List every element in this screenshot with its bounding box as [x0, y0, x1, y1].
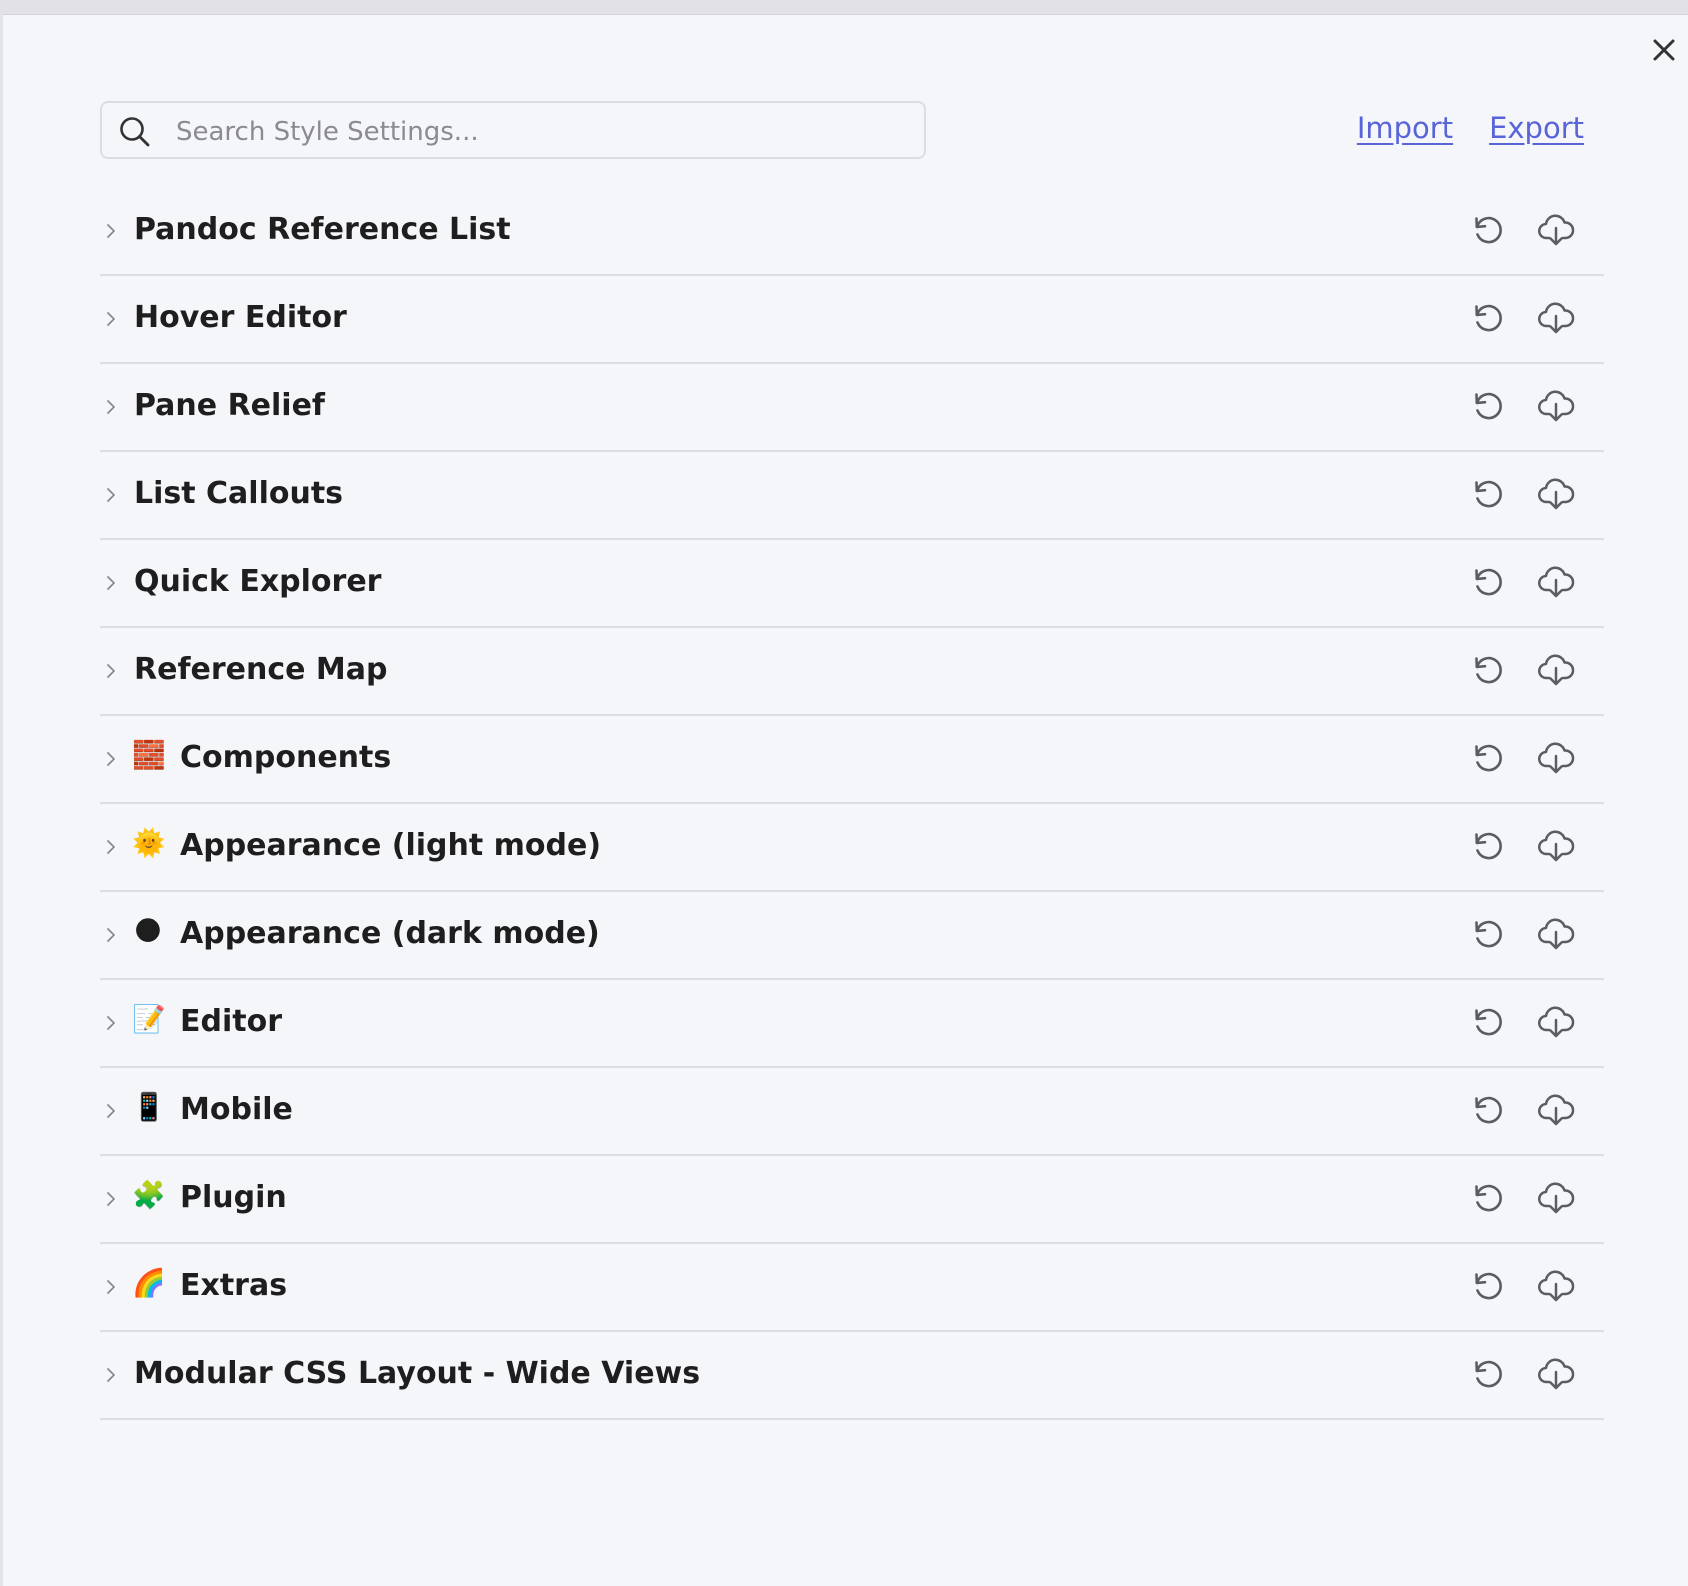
settings-section-row[interactable]: 🌑 Appearance (dark mode): [100, 892, 1604, 980]
section-title[interactable]: Mobile: [180, 1090, 293, 1130]
search-box: [100, 101, 926, 159]
settings-section-row[interactable]: Reference Map: [100, 628, 1604, 716]
cloud-download-icon[interactable]: [1534, 1176, 1578, 1220]
section-title[interactable]: Plugin: [180, 1178, 287, 1218]
cloud-download-icon[interactable]: [1534, 208, 1578, 252]
reset-icon[interactable]: [1466, 648, 1510, 692]
cloud-download-icon[interactable]: [1534, 560, 1578, 604]
section-title[interactable]: Components: [180, 738, 391, 778]
import-export-links: Import Export: [1357, 111, 1584, 145]
reset-icon[interactable]: [1466, 1352, 1510, 1396]
window-top-strip: [0, 0, 1688, 15]
cloud-download-icon[interactable]: [1534, 296, 1578, 340]
chevron-right-icon[interactable]: [102, 750, 120, 768]
section-emoji-icon: 🧩: [132, 1180, 166, 1211]
reset-icon[interactable]: [1466, 1088, 1510, 1132]
reset-icon[interactable]: [1466, 384, 1510, 428]
chevron-right-icon[interactable]: [102, 1278, 120, 1296]
section-title[interactable]: Editor: [180, 1002, 282, 1042]
search-icon: [120, 117, 150, 147]
cloud-download-icon[interactable]: [1534, 472, 1578, 516]
reset-icon[interactable]: [1466, 1264, 1510, 1308]
cloud-download-icon[interactable]: [1534, 1264, 1578, 1308]
section-title[interactable]: Quick Explorer: [134, 562, 381, 602]
reset-icon[interactable]: [1466, 1000, 1510, 1044]
chevron-right-icon[interactable]: [102, 574, 120, 592]
settings-section-row[interactable]: 🧱 Components: [100, 716, 1604, 804]
section-title[interactable]: Extras: [180, 1266, 287, 1306]
section-title[interactable]: Modular CSS Layout - Wide Views: [134, 1354, 700, 1394]
chevron-right-icon[interactable]: [102, 662, 120, 680]
settings-section-row[interactable]: Pandoc Reference List: [100, 188, 1604, 276]
cloud-download-icon[interactable]: [1534, 824, 1578, 868]
close-icon: [1653, 39, 1675, 61]
cloud-download-icon[interactable]: [1534, 912, 1578, 956]
chevron-right-icon[interactable]: [102, 1366, 120, 1384]
settings-section-list: Pandoc Reference List Hover Editor Pane Re…: [100, 188, 1604, 1420]
section-title[interactable]: Reference Map: [134, 650, 388, 690]
export-link[interactable]: Export: [1489, 111, 1584, 145]
reset-icon[interactable]: [1466, 208, 1510, 252]
section-title[interactable]: List Callouts: [134, 474, 343, 514]
settings-section-row[interactable]: 📱 Mobile: [100, 1068, 1604, 1156]
reset-icon[interactable]: [1466, 824, 1510, 868]
settings-section-row[interactable]: List Callouts: [100, 452, 1604, 540]
section-emoji-icon: 📱: [132, 1092, 166, 1123]
settings-section-row[interactable]: Pane Relief: [100, 364, 1604, 452]
chevron-right-icon[interactable]: [102, 486, 120, 504]
reset-icon[interactable]: [1466, 1176, 1510, 1220]
chevron-right-icon[interactable]: [102, 1102, 120, 1120]
reset-icon[interactable]: [1466, 472, 1510, 516]
cloud-download-icon[interactable]: [1534, 648, 1578, 692]
cloud-download-icon[interactable]: [1534, 736, 1578, 780]
cloud-download-icon[interactable]: [1534, 1088, 1578, 1132]
section-title[interactable]: Hover Editor: [134, 298, 347, 338]
reset-icon[interactable]: [1466, 296, 1510, 340]
section-title[interactable]: Appearance (dark mode): [180, 914, 600, 954]
section-emoji-icon: 📝: [132, 1004, 166, 1035]
section-title[interactable]: Appearance (light mode): [180, 826, 601, 866]
chevron-right-icon[interactable]: [102, 838, 120, 856]
section-title[interactable]: Pane Relief: [134, 386, 325, 426]
chevron-right-icon[interactable]: [102, 310, 120, 328]
reset-icon[interactable]: [1466, 736, 1510, 780]
reset-icon[interactable]: [1466, 912, 1510, 956]
chevron-right-icon[interactable]: [102, 1190, 120, 1208]
style-settings-header: Import Export: [100, 101, 1604, 163]
settings-section-row[interactable]: Hover Editor: [100, 276, 1604, 364]
section-title[interactable]: Pandoc Reference List: [134, 210, 511, 250]
import-link[interactable]: Import: [1357, 111, 1453, 145]
section-emoji-icon: 🌞: [132, 828, 166, 859]
settings-section-row[interactable]: 🌞 Appearance (light mode): [100, 804, 1604, 892]
search-input[interactable]: [174, 113, 908, 151]
cloud-download-icon[interactable]: [1534, 1352, 1578, 1396]
settings-section-row[interactable]: 📝 Editor: [100, 980, 1604, 1068]
chevron-right-icon[interactable]: [102, 398, 120, 416]
chevron-right-icon[interactable]: [102, 1014, 120, 1032]
section-emoji-icon: 🌑: [133, 916, 163, 947]
section-emoji-icon: 🧱: [132, 740, 166, 771]
cloud-download-icon[interactable]: [1534, 1000, 1578, 1044]
settings-section-row[interactable]: Quick Explorer: [100, 540, 1604, 628]
settings-section-row[interactable]: Modular CSS Layout - Wide Views: [100, 1332, 1604, 1420]
chevron-right-icon[interactable]: [102, 222, 120, 240]
section-emoji-icon: 🌈: [132, 1268, 166, 1299]
window-left-edge: [0, 14, 3, 1586]
reset-icon[interactable]: [1466, 560, 1510, 604]
cloud-download-icon[interactable]: [1534, 384, 1578, 428]
settings-section-row[interactable]: 🌈 Extras: [100, 1244, 1604, 1332]
close-button[interactable]: [1644, 30, 1684, 70]
chevron-right-icon[interactable]: [102, 926, 120, 944]
settings-section-row[interactable]: 🧩 Plugin: [100, 1156, 1604, 1244]
